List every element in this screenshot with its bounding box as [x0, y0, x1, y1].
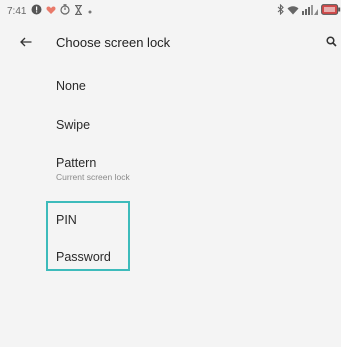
option-subtitle: Current screen lock [56, 172, 130, 182]
signal-icon [302, 2, 318, 20]
status-left-icons [31, 4, 93, 18]
heart-icon [46, 2, 56, 20]
option-none[interactable]: None [56, 79, 86, 93]
wifi-icon [287, 2, 299, 20]
status-right-icons [277, 2, 341, 20]
app-bar: Choose screen lock [0, 22, 341, 64]
option-label: PIN [56, 213, 77, 227]
search-icon [325, 34, 337, 52]
status-bar: 7:41 [0, 0, 341, 22]
option-swipe[interactable]: Swipe [56, 118, 90, 132]
option-label: None [56, 79, 86, 93]
screen: 7:41 Choose screen lock None Swipe Patte… [0, 0, 341, 347]
search-button[interactable] [321, 33, 341, 53]
alert-circle-icon [31, 2, 42, 20]
option-label: Swipe [56, 118, 91, 132]
option-label: Password [56, 250, 111, 264]
bluetooth-icon [277, 2, 284, 20]
page-title: Choose screen lock [56, 35, 171, 50]
battery-icon [321, 2, 341, 20]
hourglass-icon [74, 2, 83, 20]
timer-icon [60, 2, 70, 20]
status-time: 7:41 [7, 6, 27, 17]
arrow-back-icon [20, 34, 32, 52]
option-password[interactable]: Password [56, 250, 111, 264]
option-label: Pattern [56, 156, 97, 170]
option-pin[interactable]: PIN [56, 213, 77, 227]
back-button[interactable] [16, 33, 36, 53]
dot-icon [87, 2, 93, 20]
option-pattern[interactable]: Pattern Current screen lock [56, 156, 130, 182]
